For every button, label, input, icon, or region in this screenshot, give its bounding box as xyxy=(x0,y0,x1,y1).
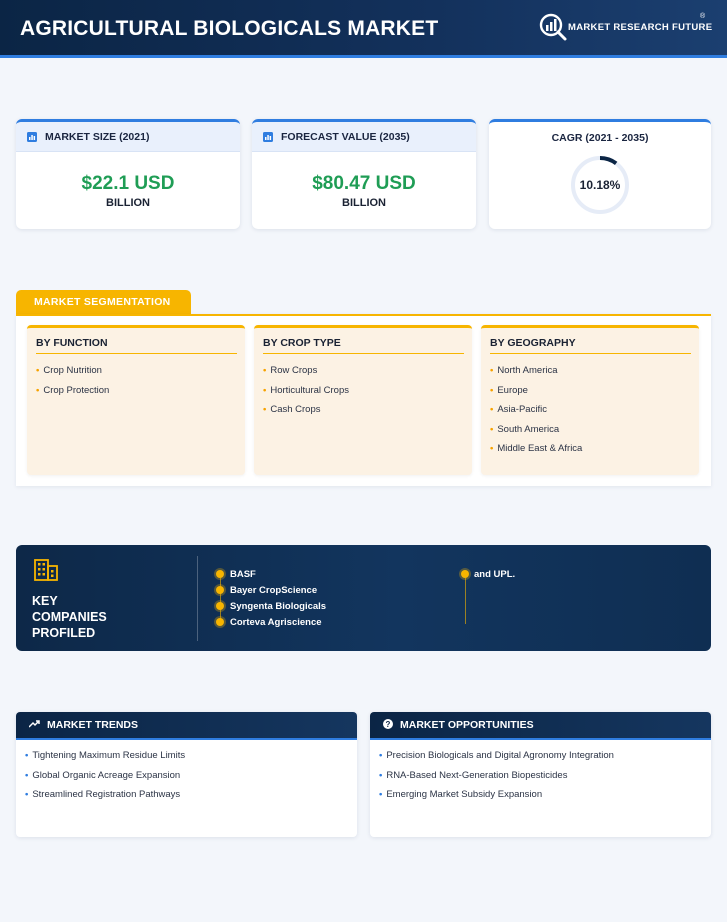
market-size-unit: BILLION xyxy=(106,197,150,209)
list-item: • Cash Crops xyxy=(263,404,321,415)
market-trends-card: MARKET TRENDS • Tightening Maximum Residu… xyxy=(16,712,357,837)
company-item: BASF xyxy=(230,569,256,580)
bar-chart-icon xyxy=(263,131,273,142)
market-trends-header: MARKET TRENDS xyxy=(16,712,357,740)
list-item: • North America xyxy=(490,365,558,376)
market-size-card: MARKET SIZE (2021) $22.1 USD BILLION xyxy=(16,119,240,229)
segment-divider xyxy=(263,353,464,354)
market-trends-title: MARKET TRENDS xyxy=(47,719,138,731)
list-item: • South America xyxy=(490,423,560,435)
bullet-icon: • xyxy=(379,750,383,761)
list-item: • Horticultural Crops xyxy=(263,384,349,396)
segment-column-crop-type: BY CROP TYPE • Row Crops • Horticultural C… xyxy=(254,325,472,475)
list-item: • Row Crops xyxy=(263,365,318,376)
segment-list: • North America • Europe • Asia-Pacific • So… xyxy=(490,365,582,463)
forecast-card: FORECAST VALUE (2035) $80.47 USD BILLION xyxy=(252,119,476,229)
opportunities-list: • Precision Biologicals and Digital Agron… xyxy=(370,740,711,809)
companies-divider xyxy=(197,556,198,641)
key-companies-title: KEY COMPANIES PROFILED xyxy=(32,594,107,640)
bullet-icon: • xyxy=(25,789,29,800)
page-title: AGRICULTURAL BIOLOGICALS MARKET xyxy=(20,17,439,40)
company-item: Bayer CropScience xyxy=(230,585,318,596)
segment-title: BY CROP TYPE xyxy=(263,337,341,349)
registered-mark: ® xyxy=(700,13,706,20)
segment-list: • Crop Nutrition • Crop Protection xyxy=(36,365,109,404)
timeline-line xyxy=(465,578,466,624)
segment-column-geography: BY GEOGRAPHY • North America • Europe • Asi… xyxy=(481,325,699,475)
company-dot xyxy=(216,586,224,594)
bar-chart-icon xyxy=(27,131,37,142)
market-opportunities-card: ? MARKET OPPORTUNITIES • Precision Biolog… xyxy=(370,712,711,837)
company-item: Corteva Agriscience xyxy=(230,617,322,628)
segment-title: BY GEOGRAPHY xyxy=(490,337,576,349)
list-item: • Europe xyxy=(490,384,528,396)
cagr-label: CAGR (2021 - 2035) xyxy=(551,132,649,144)
segmentation-tab: MARKET SEGMENTATION xyxy=(16,290,191,314)
bullet-icon: • xyxy=(490,404,494,415)
market-size-label: MARKET SIZE (2021) xyxy=(45,130,150,143)
segment-title: BY FUNCTION xyxy=(36,337,108,349)
list-item: • Tightening Maximum Residue Limits xyxy=(25,750,186,761)
company-item: Syngenta Biologicals xyxy=(230,601,327,612)
bullet-icon: • xyxy=(379,789,383,800)
svg-text:?: ? xyxy=(386,720,391,729)
bullet-icon: • xyxy=(379,769,383,781)
segment-list: • Row Crops • Horticultural Crops • Cash Cr… xyxy=(263,365,349,424)
bullet-icon: • xyxy=(25,750,29,761)
forecast-header: FORECAST VALUE (2035) xyxy=(252,122,476,152)
market-size-header: MARKET SIZE (2021) xyxy=(16,122,240,152)
bullet-icon: • xyxy=(36,365,40,376)
segment-divider xyxy=(490,353,691,354)
logo-text: MARKET RESEARCH FUTURE xyxy=(568,22,713,33)
segment-divider xyxy=(36,353,237,354)
company-item: and UPL. xyxy=(474,569,516,580)
page-header: AGRICULTURAL BIOLOGICALS MARKET MARKET R… xyxy=(0,0,727,58)
list-item: • Crop Protection xyxy=(36,384,110,396)
market-size-value: $22.1 USD xyxy=(81,173,175,194)
timeline-line xyxy=(220,578,221,622)
question-circle-icon: ? xyxy=(383,718,393,732)
list-item: • Global Organic Acreage Expansion xyxy=(25,769,181,781)
trend-up-icon xyxy=(28,719,40,731)
market-opportunities-header: ? MARKET OPPORTUNITIES xyxy=(370,712,711,740)
bullet-icon: • xyxy=(490,384,494,396)
bullet-icon: • xyxy=(490,423,494,435)
market-opportunities-title: MARKET OPPORTUNITIES xyxy=(400,719,534,731)
company-dot xyxy=(216,570,224,578)
trends-list: • Tightening Maximum Residue Limits • Glob… xyxy=(16,740,357,809)
list-item: • Asia-Pacific xyxy=(490,404,547,415)
bullet-icon: • xyxy=(263,365,267,376)
bullet-icon: • xyxy=(263,384,267,396)
company-dot xyxy=(461,570,469,578)
bullet-icon: • xyxy=(36,384,40,396)
forecast-unit: BILLION xyxy=(342,197,386,209)
list-item: • Crop Nutrition xyxy=(36,365,102,376)
bullet-icon: • xyxy=(263,404,267,415)
bullet-icon: • xyxy=(25,769,29,781)
brand-logo[interactable]: MARKET RESEARCH FUTURE ® xyxy=(538,12,718,44)
logo-mark-icon xyxy=(539,13,567,41)
list-item: • Middle East & Africa xyxy=(490,443,583,454)
list-item: • RNA-Based Next-Generation Biopesticides xyxy=(379,769,568,781)
bullet-icon: • xyxy=(490,365,494,376)
bullet-icon: • xyxy=(490,443,494,454)
building-icon xyxy=(34,559,58,581)
forecast-value: $80.47 USD xyxy=(312,173,416,194)
company-dot xyxy=(216,618,224,626)
list-item: • Precision Biologicals and Digital Agron… xyxy=(379,750,614,761)
segment-column-function: BY FUNCTION • Crop Nutrition • Crop Protec… xyxy=(27,325,245,475)
company-dot xyxy=(216,602,224,610)
list-item: • Streamlined Registration Pathways xyxy=(25,789,181,800)
list-item: • Emerging Market Subsidy Expansion xyxy=(379,789,543,800)
cagr-value: 10.18% xyxy=(579,178,621,192)
forecast-label: FORECAST VALUE (2035) xyxy=(281,130,410,143)
